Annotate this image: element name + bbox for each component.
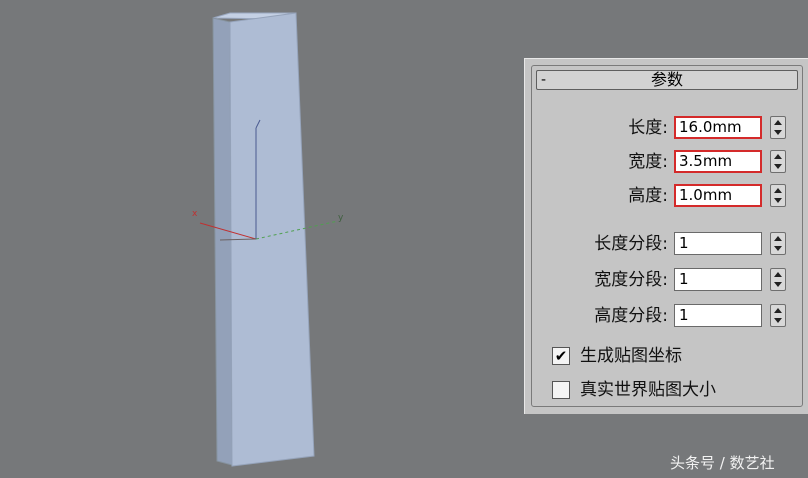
spin-up-icon[interactable] — [774, 154, 782, 159]
length-segments-label: 长度分段: — [594, 234, 668, 254]
real-world-map-size-label: 真实世界贴图大小 — [580, 380, 716, 400]
spin-up-icon[interactable] — [774, 120, 782, 125]
height-segments-label: 高度分段: — [594, 306, 668, 326]
param-row-height: 高度: 1.0mm — [532, 183, 804, 209]
length-spinner[interactable] — [770, 116, 786, 139]
width-segments-label: 宽度分段: — [594, 270, 668, 290]
spin-down-icon[interactable] — [774, 198, 782, 203]
watermark: 头条号 / 数艺社 — [670, 454, 775, 472]
box-side-face — [212, 17, 233, 466]
axis-y-label: y — [338, 213, 344, 223]
param-row-length: 长度: 16.0mm — [532, 115, 804, 141]
generate-mapping-coords-row[interactable]: ✔ 生成贴图坐标 — [552, 345, 792, 369]
generate-mapping-coords-label: 生成贴图坐标 — [580, 346, 682, 366]
spin-down-icon[interactable] — [774, 318, 782, 323]
height-segments-field[interactable]: 1 — [674, 304, 762, 327]
axis-x-label: x — [192, 209, 198, 219]
generate-mapping-coords-checkbox[interactable]: ✔ — [552, 347, 570, 365]
width-segments-spinner[interactable] — [770, 268, 786, 291]
spin-down-icon[interactable] — [774, 130, 782, 135]
length-label: 长度: — [628, 118, 668, 138]
segment-row-length: 长度分段: 1 — [532, 231, 804, 257]
spin-up-icon[interactable] — [774, 236, 782, 241]
spin-down-icon[interactable] — [774, 282, 782, 287]
real-world-map-size-checkbox[interactable] — [552, 381, 570, 399]
width-segments-field[interactable]: 1 — [674, 268, 762, 291]
spin-up-icon[interactable] — [774, 272, 782, 277]
height-segments-spinner[interactable] — [770, 304, 786, 327]
length-segments-spinner[interactable] — [770, 232, 786, 255]
width-field[interactable]: 3.5mm — [674, 150, 762, 173]
spin-up-icon[interactable] — [774, 308, 782, 313]
width-label: 宽度: — [628, 152, 668, 172]
segment-row-width: 宽度分段: 1 — [532, 267, 804, 293]
height-label: 高度: — [628, 186, 668, 206]
param-row-width: 宽度: 3.5mm — [532, 149, 804, 175]
parameters-rollout: - 参数 长度: 16.0mm 宽度: 3.5mm 高度: 1.0mm 长度分段… — [531, 65, 803, 407]
width-spinner[interactable] — [770, 150, 786, 173]
segment-row-height: 高度分段: 1 — [532, 303, 804, 329]
length-segments-field[interactable]: 1 — [674, 232, 762, 255]
rollout-header[interactable]: - 参数 — [536, 70, 798, 90]
rollout-title: 参数 — [650, 70, 683, 89]
spin-down-icon[interactable] — [774, 164, 782, 169]
spin-down-icon[interactable] — [774, 246, 782, 251]
spin-up-icon[interactable] — [774, 188, 782, 193]
length-field[interactable]: 16.0mm — [674, 116, 762, 139]
command-panel: - 参数 长度: 16.0mm 宽度: 3.5mm 高度: 1.0mm 长度分段… — [524, 58, 808, 414]
height-spinner[interactable] — [770, 184, 786, 207]
real-world-map-size-row[interactable]: 真实世界贴图大小 — [552, 379, 792, 403]
height-field[interactable]: 1.0mm — [674, 184, 762, 207]
